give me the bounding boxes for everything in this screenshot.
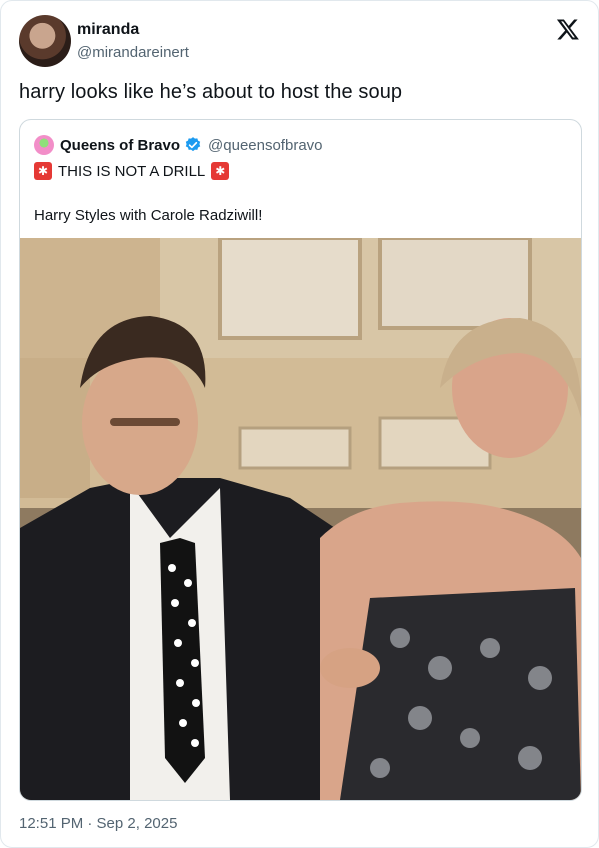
- quoted-tweet-line1: THIS IS NOT A DRILL: [34, 162, 230, 180]
- quoted-avatar[interactable]: [34, 135, 54, 155]
- author-handle[interactable]: @mirandareinert: [77, 44, 189, 61]
- x-logo-icon[interactable]: [556, 17, 580, 41]
- quoted-tweet[interactable]: Queens of Bravo @queensofbravo THIS IS N…: [19, 119, 582, 801]
- quoted-tweet-header: Queens of Bravo @queensofbravo: [34, 134, 567, 156]
- quoted-tweet-line1-text: THIS IS NOT A DRILL: [58, 162, 206, 180]
- rotating-light-icon: [211, 162, 230, 180]
- quoted-tweet-line2: Harry Styles with Carole Radziwill!: [34, 207, 263, 224]
- quoted-author-handle[interactable]: @queensofbravo: [208, 137, 322, 154]
- author-name[interactable]: miranda: [77, 21, 139, 39]
- quoted-author-name[interactable]: Queens of Bravo: [60, 137, 180, 154]
- tweet-header: miranda @mirandareinert: [19, 15, 580, 67]
- avatar[interactable]: [19, 15, 71, 67]
- photo-illustration: [20, 238, 581, 800]
- tweet-text: harry looks like he’s about to host the …: [19, 81, 403, 103]
- quoted-tweet-photo[interactable]: [20, 238, 581, 800]
- rotating-light-icon: [34, 162, 52, 180]
- verified-badge-icon: [185, 137, 201, 152]
- tweet-card: miranda @mirandareinert harry looks like…: [0, 0, 599, 848]
- tweet-timestamp[interactable]: 12:51 PM · Sep 2, 2025: [19, 815, 177, 832]
